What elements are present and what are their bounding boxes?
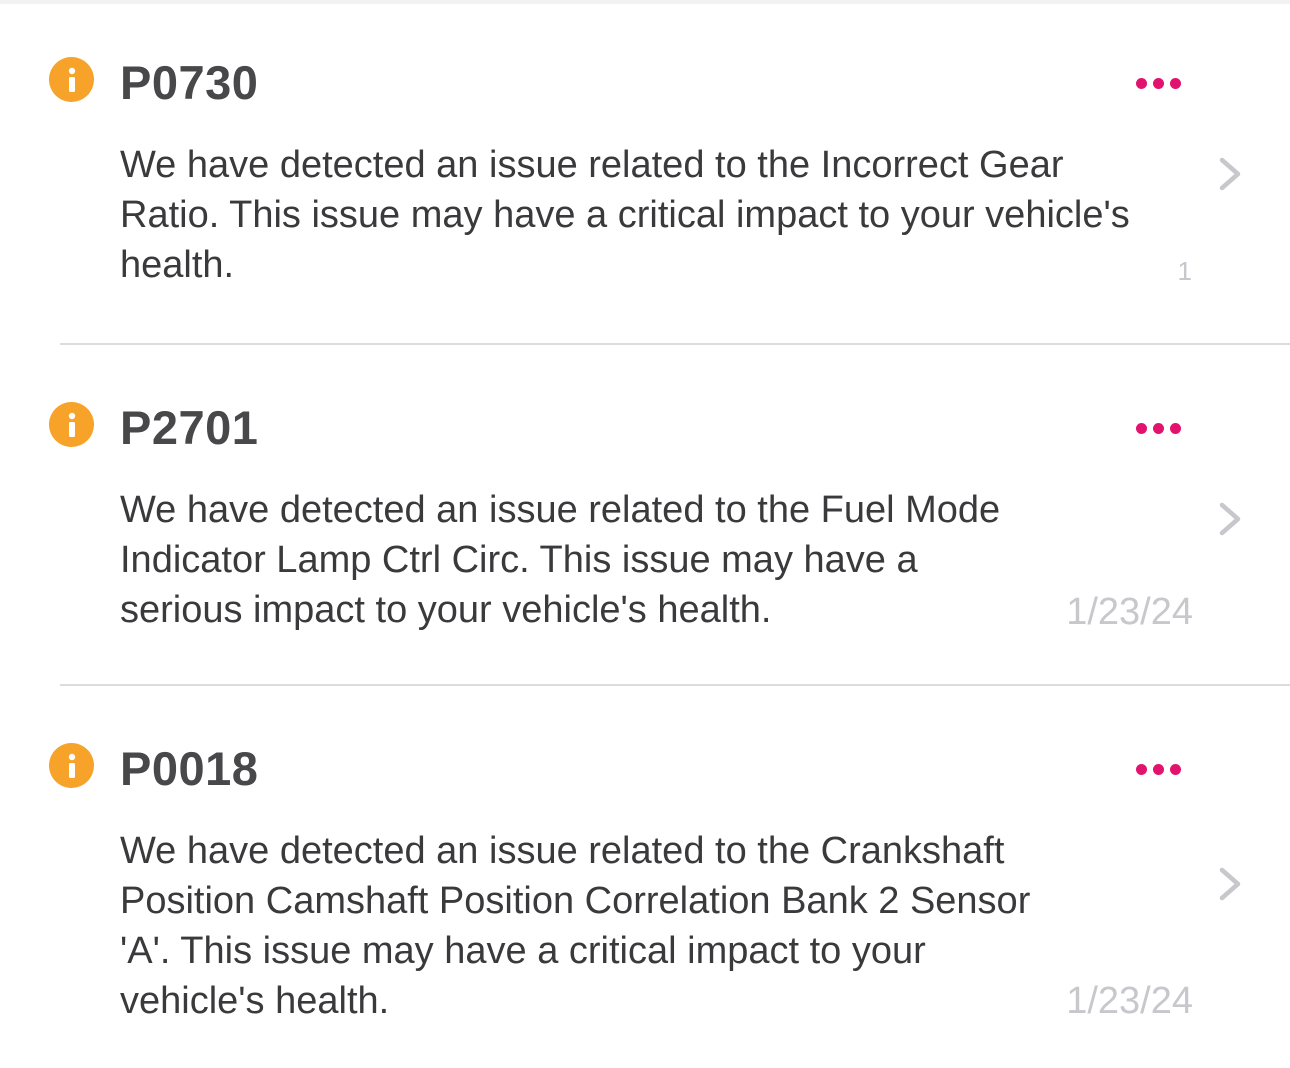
info-icon <box>49 57 94 102</box>
alert-row[interactable]: P0730 We have detected an issue related … <box>0 0 1290 345</box>
more-options-button[interactable] <box>1126 752 1190 786</box>
more-dot <box>1135 77 1147 89</box>
info-icon <box>49 743 94 788</box>
alert-code: P2701 <box>120 401 259 454</box>
alert-list: P0730 We have detected an issue related … <box>0 0 1290 1068</box>
more-dot <box>1152 422 1164 434</box>
more-dot <box>1135 763 1147 775</box>
more-dot <box>1169 763 1181 775</box>
more-options-button[interactable] <box>1126 411 1190 445</box>
more-dot <box>1169 77 1181 89</box>
alert-row[interactable]: P2701 We have detected an issue related … <box>0 345 1290 686</box>
chevron-right-icon[interactable] <box>1214 497 1246 541</box>
chevron-right-icon[interactable] <box>1214 862 1246 906</box>
alert-description: We have detected an issue related to the… <box>120 144 1130 286</box>
alert-timestamp: 1/23/24 <box>1066 980 1193 1022</box>
more-dot <box>1169 422 1181 434</box>
alert-description: We have detected an issue related to the… <box>120 489 1001 631</box>
more-options-button[interactable] <box>1126 66 1190 100</box>
alert-code: P0730 <box>120 56 259 109</box>
more-dot <box>1152 763 1164 775</box>
alert-row[interactable]: P0018 We have detected an issue related … <box>0 686 1290 1068</box>
chevron-right-icon[interactable] <box>1214 152 1246 196</box>
alert-timestamp: 1 <box>1177 256 1192 286</box>
more-dot <box>1135 422 1147 434</box>
alert-description: We have detected an issue related to the… <box>120 830 1031 1022</box>
alert-timestamp: 1/23/24 <box>1066 591 1193 633</box>
alert-code: P0018 <box>120 742 259 795</box>
more-dot <box>1152 77 1164 89</box>
info-icon <box>49 402 94 447</box>
